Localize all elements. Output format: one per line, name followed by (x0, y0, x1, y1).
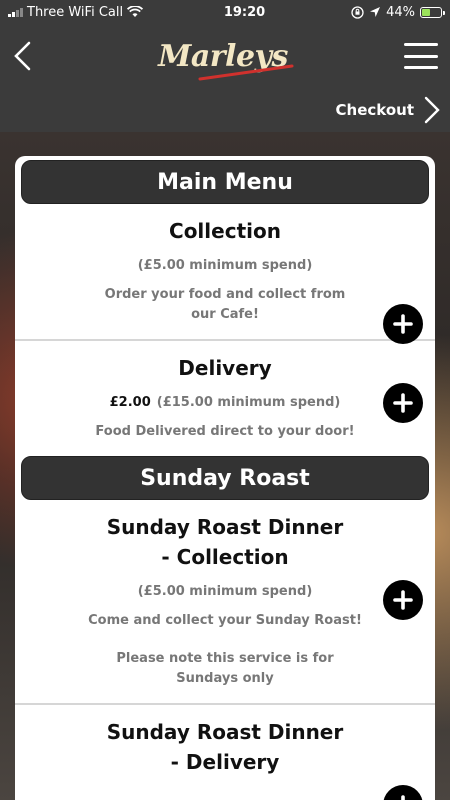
item-description: Come and collect your Sunday Roast! (85, 611, 365, 631)
brand-logo[interactable]: Marleys (158, 39, 294, 81)
section-header-sunday-roast: Sunday Roast (21, 456, 429, 500)
battery-icon (420, 6, 445, 18)
item-title-line: - Collection (161, 545, 289, 569)
add-button[interactable] (383, 785, 423, 800)
item-min-spend: (£5.00 minimum spend) (137, 584, 313, 599)
chevron-right-icon[interactable] (422, 95, 442, 125)
plus-icon (393, 393, 413, 413)
desc-line: Come and collect your Sunday Roast! (88, 613, 362, 628)
plus-icon (401, 795, 405, 800)
carrier-label: Three WiFi Call (27, 4, 124, 20)
add-button[interactable] (383, 304, 423, 344)
desc-line: Food Delivered direct to your door! (95, 424, 355, 439)
note-line: Please note this service is for (116, 651, 334, 666)
item-min-spend: (£5.00 minimum spend) (137, 258, 313, 273)
battery-level-fill (422, 8, 430, 16)
cell-signal-icon (8, 7, 23, 17)
status-right: 44% (351, 4, 445, 20)
status-bar: Three WiFi Call 19:20 44% (0, 0, 450, 24)
item-title: Collection (169, 219, 281, 243)
item-title: Delivery (178, 356, 272, 380)
menu-item-sunday-roast-delivery[interactable]: Sunday Roast Dinner - Delivery (15, 705, 435, 800)
plus-icon (393, 590, 413, 610)
checkout-bar[interactable]: Checkout (0, 88, 450, 132)
plus-icon (393, 314, 413, 334)
status-time: 19:20 (223, 4, 266, 20)
menu-item-sunday-roast-collection[interactable]: Sunday Roast Dinner - Collection (£5.00 … (15, 500, 435, 705)
menu-line (403, 54, 438, 58)
item-note: Please note this service is for Sundays … (85, 649, 365, 689)
item-description: Food Delivered direct to your door! (85, 422, 365, 442)
menu-card: Main Menu Collection (£5.00 minimum spen… (15, 156, 435, 800)
location-arrow-icon (370, 7, 381, 17)
item-title-line: - Delivery (170, 750, 280, 774)
app-header: Marleys (0, 24, 450, 88)
hamburger-menu-button[interactable] (403, 43, 438, 69)
menu-item-delivery[interactable]: Delivery £2.00 (£15.00 minimum spend) Foo… (15, 341, 435, 456)
wifi-icon (127, 6, 144, 17)
note-line: Sundays only (176, 671, 274, 686)
status-left: Three WiFi Call (8, 5, 178, 20)
menu-item-collection[interactable]: Collection (£5.00 minimum spend) Order y… (15, 204, 435, 344)
section-header-main-menu: Main Menu (21, 160, 429, 204)
orientation-lock-icon (351, 5, 364, 19)
menu-line (403, 43, 438, 46)
item-title-line: Sunday Roast Dinner (106, 720, 344, 744)
item-title-line: Sunday Roast Dinner (106, 515, 344, 539)
checkout-label[interactable]: Checkout (336, 101, 414, 119)
battery-percent: 44% (386, 4, 415, 20)
item-price: £2.00 (109, 395, 151, 410)
item-description: Order your food and collect from our Caf… (85, 285, 365, 325)
add-button[interactable] (383, 580, 423, 620)
desc-line: our Cafe! (191, 307, 259, 322)
add-button[interactable] (383, 383, 423, 423)
back-button[interactable] (12, 36, 42, 76)
item-min-spend: (£15.00 minimum spend) (156, 395, 341, 410)
chevron-left-icon (14, 41, 31, 71)
item-price-line: £2.00 (£15.00 minimum spend) (85, 395, 365, 410)
menu-line (403, 66, 438, 69)
desc-line: Order your food and collect from (104, 287, 346, 302)
